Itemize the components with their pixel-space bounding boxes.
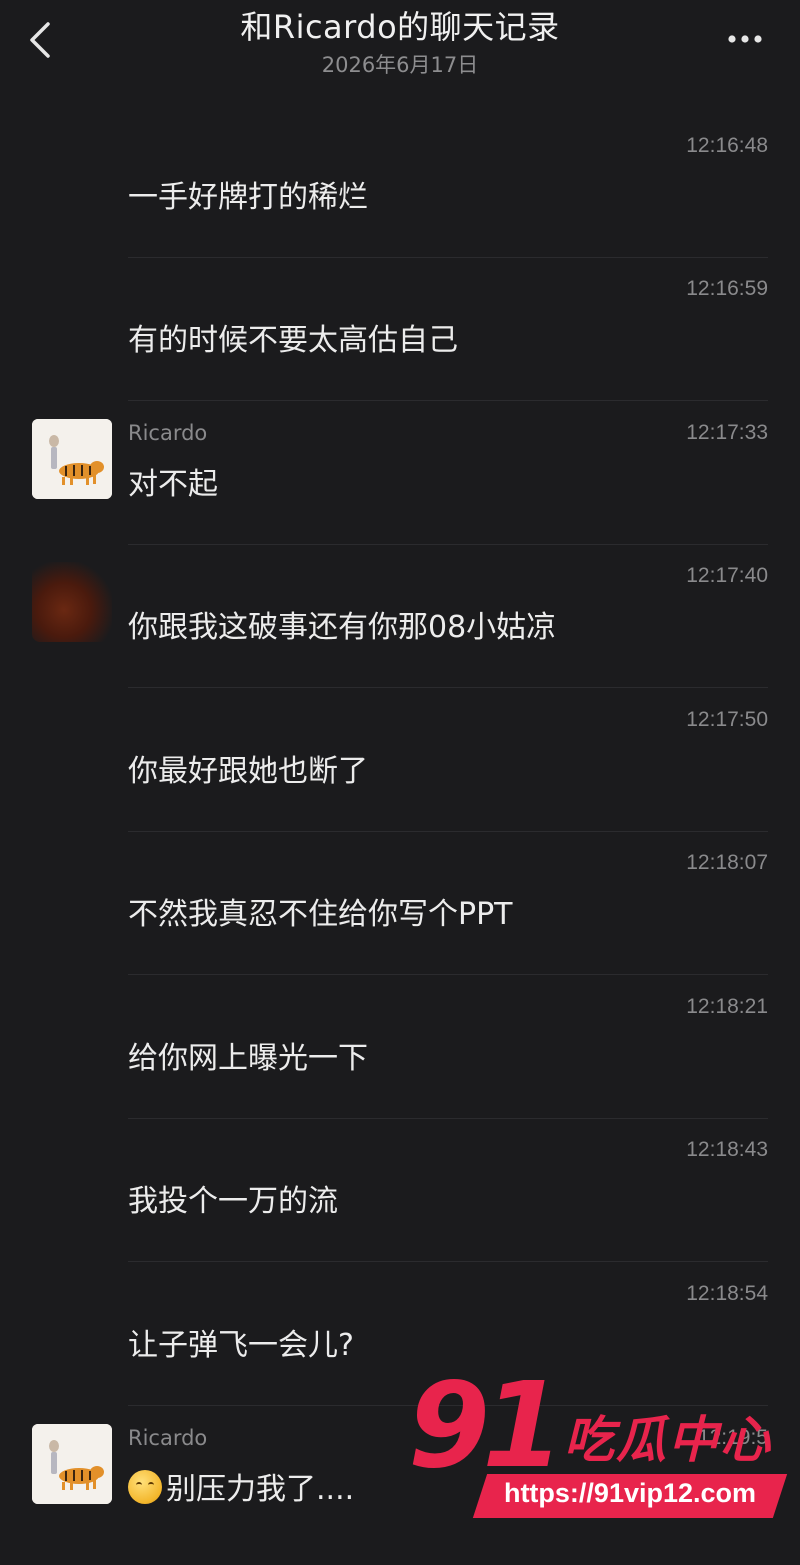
tiger-avatar-icon (32, 419, 112, 499)
message-divider (128, 1118, 768, 1119)
message-time: 12:16:48 (686, 134, 768, 157)
message-text: 你最好跟她也断了 (128, 754, 368, 789)
message-sender: Ricardo (128, 1426, 208, 1450)
message-divider (128, 544, 768, 545)
message-item[interactable]: 12:17:50 你最好跟她也断了 (0, 692, 800, 832)
message-divider (128, 831, 768, 832)
message-time: 12:18:54 (686, 1282, 768, 1305)
message-text: 我投个一万的流 (128, 1184, 338, 1219)
message-text: 你跟我这破事还有你那08小姑凉 (128, 610, 557, 645)
message-text: 给你网上曝光一下 (128, 1041, 368, 1076)
message-sender: Ricardo (128, 421, 208, 445)
message-time: 12:18:43 (686, 1138, 768, 1161)
message-item[interactable]: 12:18:07 不然我真忍不住给你写个PPT (0, 835, 800, 975)
tiger-avatar-icon (32, 1424, 112, 1504)
message-text: 不然我真忍不住给你写个PPT (128, 897, 513, 932)
message-list: 12:16:48 一手好牌打的稀烂 12:16:59 有的时候不要太高估自己 R… (0, 0, 800, 1565)
message-text: 一手好牌打的稀烂 (128, 180, 368, 215)
message-text: 让子弹飞一会儿? (128, 1328, 354, 1363)
avatar[interactable] (32, 419, 112, 499)
message-time: 12:17:50 (686, 708, 768, 731)
watermark-brand: 吃瓜中心 (564, 1411, 772, 1469)
message-divider (128, 1261, 768, 1262)
message-time: 12:16:59 (686, 277, 768, 300)
message-divider (128, 974, 768, 975)
message-text: 对不起 (128, 467, 218, 502)
message-time: 12:18:07 (686, 851, 768, 874)
message-text-content: 别压力我了.... (166, 1472, 355, 1507)
message-text: 有的时候不要太高估自己 (128, 323, 458, 358)
message-divider (128, 257, 768, 258)
message-divider (128, 400, 768, 401)
avatar[interactable] (32, 562, 112, 642)
message-item[interactable]: 12:18:21 给你网上曝光一下 (0, 979, 800, 1119)
watermark: 91 吃瓜中心 https://91vip12.com (400, 1356, 800, 1540)
message-divider (128, 687, 768, 688)
watermark-url: https://91vip12.com (503, 1478, 757, 1508)
message-item[interactable]: 12:16:59 有的时候不要太高估自己 (0, 261, 800, 401)
message-time: 12:17:40 (686, 564, 768, 587)
message-item[interactable]: 12:18:43 我投个一万的流 (0, 1122, 800, 1262)
message-text: 别压力我了.... (128, 1464, 354, 1508)
message-time: 12:17:33 (686, 421, 768, 444)
message-time: 12:18:21 (686, 995, 768, 1018)
message-item[interactable]: 12:16:48 一手好牌打的稀烂 (0, 118, 800, 258)
message-item[interactable]: 12:17:40 你跟我这破事还有你那08小姑凉 (0, 548, 800, 688)
avatar[interactable] (32, 1424, 112, 1504)
message-item[interactable]: Ricardo 12:17:33 对不起 (0, 405, 800, 545)
sad-face-emoji-icon (128, 1470, 162, 1504)
